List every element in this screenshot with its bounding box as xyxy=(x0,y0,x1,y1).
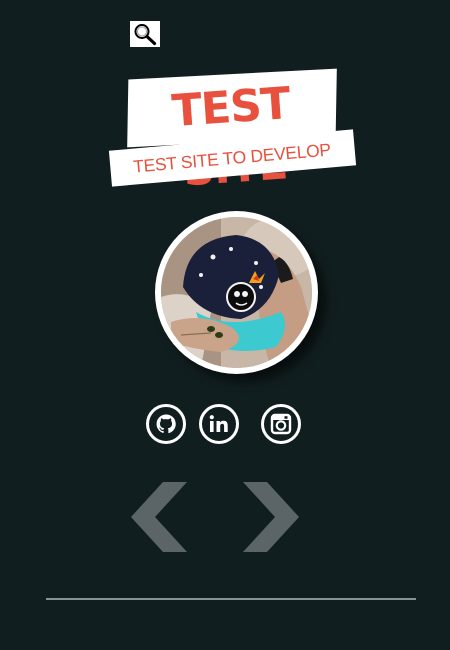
divider xyxy=(46,598,416,600)
linkedin-link[interactable] xyxy=(199,404,239,444)
linkedin-icon xyxy=(209,415,228,432)
avatar-frame xyxy=(155,211,318,374)
github-link[interactable] xyxy=(146,404,186,444)
search-button[interactable] xyxy=(130,21,160,47)
instagram-icon xyxy=(270,413,292,435)
page: TEST SITE TEST SITE TO DEVELOP xyxy=(0,0,450,650)
instagram-link[interactable] xyxy=(261,404,301,444)
github-icon xyxy=(156,414,176,434)
prev-arrow-button[interactable] xyxy=(131,480,189,559)
search-icon xyxy=(134,24,157,46)
next-arrow-button[interactable] xyxy=(241,480,299,559)
avatar xyxy=(161,217,312,368)
chevron-left-icon xyxy=(131,482,187,552)
chevron-right-icon xyxy=(243,482,299,552)
